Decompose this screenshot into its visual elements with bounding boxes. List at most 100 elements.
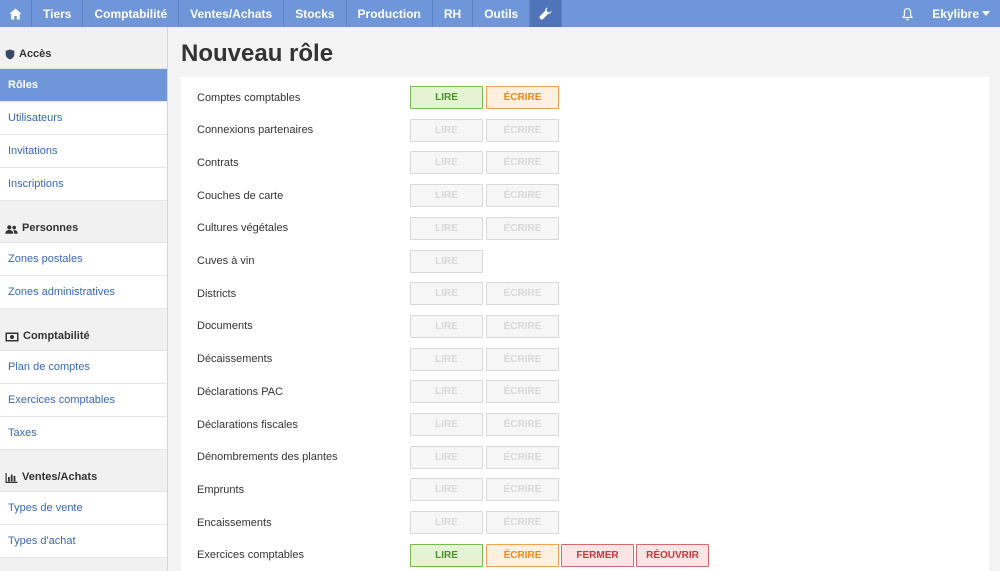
- permission-label: Encaissements: [197, 516, 272, 529]
- permission-label: Connexions partenaires: [197, 124, 314, 137]
- permission-row: Couches de carte LIRE ÉCRIRE: [181, 179, 989, 212]
- write-toggle-button[interactable]: ÉCRIRE: [486, 413, 559, 436]
- nav-outils[interactable]: Outils: [473, 0, 531, 27]
- permission-row: Déclarations fiscales LIRE ÉCRIRE: [181, 408, 989, 441]
- sidebar-item-inscriptions[interactable]: Inscriptions: [0, 168, 167, 201]
- nav-tiers[interactable]: Tiers: [32, 0, 84, 27]
- permission-row: Dénombrements des plantes LIRE ÉCRIRE: [181, 441, 989, 474]
- money-icon: [5, 332, 19, 342]
- sidebar-section-acces: Accès: [0, 27, 167, 69]
- permission-row: Cultures végétales LIRE ÉCRIRE: [181, 212, 989, 245]
- people-icon: [5, 225, 18, 234]
- permission-row: Déclarations PAC LIRE ÉCRIRE: [181, 375, 989, 408]
- read-toggle-button[interactable]: LIRE: [410, 380, 483, 404]
- reopen-toggle-button[interactable]: RÉOUVRIR: [636, 543, 709, 567]
- home-icon: [9, 8, 22, 19]
- main-content: Nouveau rôle Comptes comptables LIRE ÉCRIR…: [169, 27, 1000, 571]
- read-toggle-button[interactable]: LIRE: [410, 184, 483, 208]
- permission-row: Décaissements LIRE ÉCRIRE: [181, 343, 989, 376]
- sidebar-section-comptabilite: Comptabilité: [0, 309, 167, 351]
- nav-stocks[interactable]: Stocks: [284, 0, 347, 27]
- permission-label: Districts: [197, 287, 237, 300]
- sidebar-section-personnes: Personnes: [0, 201, 167, 243]
- permission-label: Exercices comptables: [197, 549, 304, 562]
- read-toggle-button[interactable]: LIRE: [410, 151, 483, 175]
- sidebar-item-exercices-comptables[interactable]: Exercices comptables: [0, 384, 167, 417]
- permission-label: Dénombrements des plantes: [197, 451, 338, 464]
- close-toggle-button[interactable]: FERMER: [561, 543, 634, 567]
- sidebar-item-zones-postales[interactable]: Zones postales: [0, 243, 167, 276]
- nav-rh[interactable]: RH: [433, 0, 474, 27]
- permission-label: Déclarations fiscales: [197, 418, 298, 431]
- sidebar-item-types-d-achat[interactable]: Types d'achat: [0, 525, 167, 558]
- shield-icon: [5, 49, 15, 60]
- permission-row: Connexions partenaires LIRE ÉCRIRE: [181, 114, 989, 147]
- user-menu[interactable]: Ekylibre: [924, 0, 1000, 27]
- bar-chart-icon: [5, 473, 18, 483]
- read-toggle-button[interactable]: LIRE: [410, 249, 483, 273]
- read-toggle-button[interactable]: LIRE: [410, 478, 483, 502]
- write-toggle-button[interactable]: ÉCRIRE: [486, 543, 559, 567]
- read-toggle-button[interactable]: LIRE: [410, 314, 483, 338]
- nav-ventes-achats[interactable]: Ventes/Achats: [179, 0, 285, 27]
- permission-label: Comptes comptables: [197, 91, 301, 104]
- read-toggle-button[interactable]: LIRE: [410, 216, 483, 240]
- write-toggle-button[interactable]: ÉCRIRE: [486, 151, 559, 175]
- write-toggle-button[interactable]: ÉCRIRE: [486, 314, 559, 338]
- sidebar-item-zones-administratives[interactable]: Zones administratives: [0, 276, 167, 309]
- read-toggle-button[interactable]: LIRE: [410, 413, 483, 436]
- nav-comptabilite[interactable]: Comptabilité: [83, 0, 180, 27]
- page-title: Nouveau rôle: [181, 40, 334, 67]
- sidebar-section-ventes-achats: Ventes/Achats: [0, 450, 167, 492]
- sidebar-item-types-de-vente[interactable]: Types de vente: [0, 492, 167, 525]
- write-toggle-button[interactable]: ÉCRIRE: [486, 478, 559, 502]
- notifications-button[interactable]: [890, 0, 924, 27]
- write-toggle-button[interactable]: ÉCRIRE: [486, 380, 559, 404]
- permission-row: Contrats LIRE ÉCRIRE: [181, 146, 989, 179]
- permission-label: Cultures végétales: [197, 222, 289, 235]
- read-toggle-button[interactable]: LIRE: [410, 347, 483, 371]
- top-navigation-bar: Tiers Comptabilité Ventes/Achats Stocks …: [0, 0, 1000, 27]
- sidebar-item-taxes[interactable]: Taxes: [0, 417, 167, 450]
- home-button[interactable]: [0, 0, 32, 27]
- write-toggle-button[interactable]: ÉCRIRE: [486, 118, 559, 142]
- read-toggle-button[interactable]: LIRE: [410, 86, 483, 109]
- sidebar-item-plan-de-comptes[interactable]: Plan de comptes: [0, 351, 167, 384]
- permission-row: Exercices comptables LIRE ÉCRIRE FERMER RÉOU…: [181, 539, 989, 571]
- nav-production[interactable]: Production: [347, 0, 433, 27]
- permission-row: Cuves à vin LIRE: [181, 245, 989, 278]
- write-toggle-button[interactable]: ÉCRIRE: [486, 511, 559, 535]
- permission-label: Contrats: [197, 156, 239, 169]
- read-toggle-button[interactable]: LIRE: [410, 118, 483, 142]
- nav-settings[interactable]: [530, 0, 563, 27]
- write-toggle-button[interactable]: ÉCRIRE: [486, 184, 559, 208]
- sidebar-section-title: Comptabilité: [23, 330, 90, 342]
- read-toggle-button[interactable]: LIRE: [410, 445, 483, 469]
- permission-label: Documents: [197, 320, 253, 333]
- read-toggle-button[interactable]: LIRE: [410, 511, 483, 535]
- permission-row: Encaissements LIRE ÉCRIRE: [181, 506, 989, 539]
- permission-label: Décaissements: [197, 353, 273, 366]
- write-toggle-button[interactable]: ÉCRIRE: [486, 216, 559, 240]
- permission-label: Cuves à vin: [197, 255, 255, 267]
- permission-row: Emprunts LIRE ÉCRIRE: [181, 473, 989, 506]
- permission-row: Districts LIRE ÉCRIRE: [181, 277, 989, 310]
- sidebar-item-utilisateurs[interactable]: Utilisateurs: [0, 102, 167, 135]
- bell-icon: [902, 7, 913, 20]
- write-toggle-button[interactable]: ÉCRIRE: [486, 86, 559, 109]
- write-toggle-button[interactable]: ÉCRIRE: [486, 282, 559, 306]
- write-toggle-button[interactable]: ÉCRIRE: [486, 347, 559, 371]
- sidebar-item-roles[interactable]: Rôles: [0, 69, 167, 102]
- chevron-down-icon: [982, 11, 990, 16]
- permission-row: Comptes comptables LIRE ÉCRIRE: [181, 81, 989, 114]
- sidebar-item-invitations[interactable]: Invitations: [0, 135, 167, 168]
- sidebar-section-title: Ventes/Achats: [22, 471, 98, 483]
- permission-label: Couches de carte: [197, 189, 284, 202]
- sidebar: Accès Rôles Utilisateurs Invitations Ins…: [0, 27, 168, 571]
- write-toggle-button[interactable]: ÉCRIRE: [486, 445, 559, 469]
- sidebar-section-title: Accès: [19, 48, 52, 60]
- read-toggle-button[interactable]: LIRE: [410, 543, 483, 567]
- permission-row: Documents LIRE ÉCRIRE: [181, 310, 989, 343]
- wrench-icon: [539, 7, 552, 20]
- read-toggle-button[interactable]: LIRE: [410, 282, 483, 306]
